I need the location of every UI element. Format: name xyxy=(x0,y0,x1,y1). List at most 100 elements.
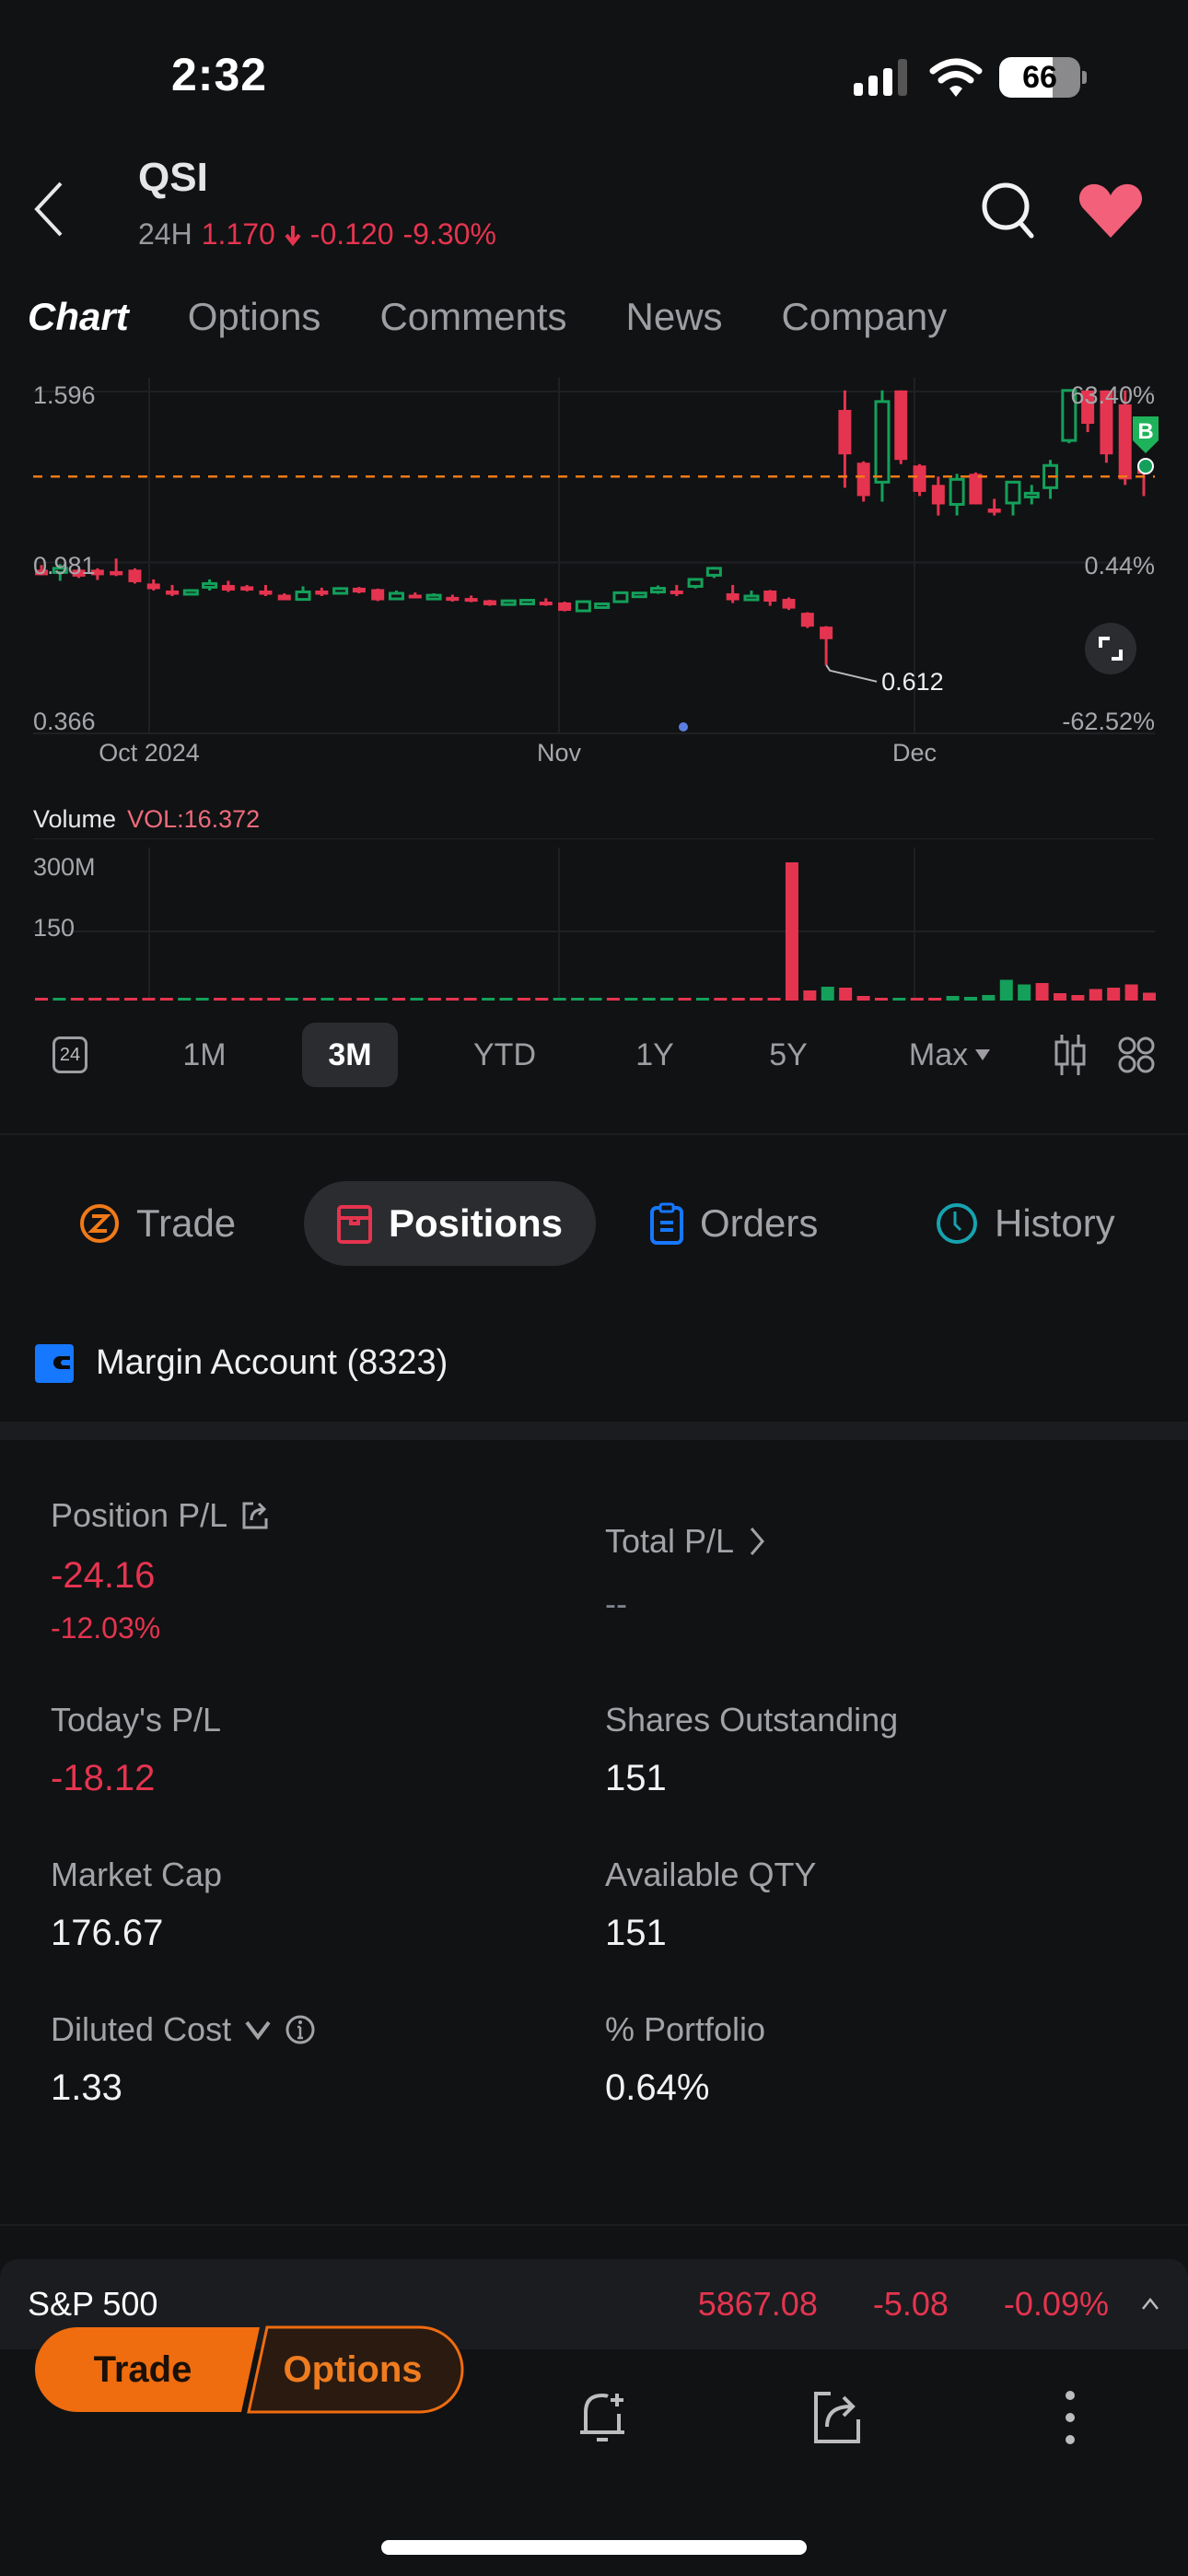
total-pl[interactable]: Total P/L -- xyxy=(605,1522,767,1623)
tab-chart[interactable]: Chart xyxy=(24,295,129,343)
candle xyxy=(388,590,404,601)
candle-body xyxy=(913,465,926,492)
candle xyxy=(332,587,349,595)
price-alert-bell-icon[interactable] xyxy=(575,2386,630,2445)
search-icon[interactable] xyxy=(980,181,1037,240)
tab-news[interactable]: News xyxy=(626,295,723,339)
range-3m[interactable]: 3M xyxy=(302,1023,398,1087)
tab-positions[interactable]: Positions xyxy=(304,1181,597,1266)
candle-body xyxy=(295,590,311,602)
more-options-icon[interactable] xyxy=(1061,2388,1079,2447)
range-ytd[interactable]: YTD xyxy=(460,1023,549,1087)
volume-bar xyxy=(660,998,674,1001)
candle-body xyxy=(687,578,704,588)
candle xyxy=(575,600,591,613)
volume-bar xyxy=(642,998,656,1001)
volume-bar xyxy=(1143,992,1156,1001)
range-1m[interactable]: 1M xyxy=(171,1023,238,1087)
candle xyxy=(483,599,496,606)
tab-options[interactable]: Options xyxy=(188,295,321,339)
dropdown-caret-icon xyxy=(975,1049,991,1060)
history-clock-icon xyxy=(937,1203,977,1244)
volume-bar xyxy=(374,998,388,1001)
range-max-dropdown[interactable]: Max xyxy=(899,1023,1000,1087)
candle xyxy=(1005,480,1021,516)
volume-bar xyxy=(285,998,298,1001)
indicators-button[interactable] xyxy=(1116,1023,1157,1087)
tab-trade-label: Trade xyxy=(136,1201,237,1245)
candle-body xyxy=(969,474,983,505)
ticker-symbol: QSI xyxy=(138,155,208,200)
candle-body xyxy=(110,570,123,576)
battery-tip xyxy=(1082,71,1087,84)
x-tick: Oct 2024 xyxy=(99,739,200,767)
range-1y[interactable]: 1Y xyxy=(623,1023,687,1087)
tab-comments[interactable]: Comments xyxy=(379,295,566,339)
status-time: 2:32 xyxy=(171,49,268,100)
favorite-heart-icon[interactable] xyxy=(1077,182,1144,240)
pct-portfolio-label: % Portfolio xyxy=(605,2010,766,2048)
candle-body xyxy=(315,590,329,595)
battery-indicator: 66 xyxy=(999,57,1080,98)
trade-tabs: Trade Positions Orders History xyxy=(0,1181,1188,1266)
diluted-cost-label: Diluted Cost xyxy=(51,2010,232,2048)
x-tick: Nov xyxy=(537,739,582,767)
fullscreen-button[interactable] xyxy=(1085,623,1136,674)
candle xyxy=(687,578,704,589)
section-divider xyxy=(0,2224,1188,2226)
volume-bar xyxy=(517,998,530,1001)
volume-bar xyxy=(214,998,227,1001)
range-5y[interactable]: 5Y xyxy=(755,1023,821,1087)
tab-orders[interactable]: Orders xyxy=(650,1181,818,1266)
candle-body xyxy=(782,599,796,609)
share-icon[interactable] xyxy=(240,1500,270,1531)
volume-bar xyxy=(1071,995,1085,1001)
candle-body xyxy=(240,586,254,591)
candle xyxy=(1042,460,1059,499)
buy-point xyxy=(1137,458,1154,474)
min-price-label: 0.612 xyxy=(881,668,944,696)
account-selector[interactable]: Margin Account (8323) xyxy=(35,1343,448,1383)
trade-button[interactable]: Trade xyxy=(55,2325,230,2414)
positions-icon xyxy=(337,1205,372,1244)
candle xyxy=(110,558,123,577)
tab-trade[interactable]: Trade xyxy=(79,1181,236,1266)
candle xyxy=(221,580,235,592)
available-qty-label: Available QTY xyxy=(605,1856,817,1893)
candle-body xyxy=(518,599,535,606)
intraday-24-icon: 24 xyxy=(52,1036,87,1073)
volume-bar xyxy=(946,996,960,1001)
candle-body xyxy=(575,600,591,613)
candle xyxy=(874,390,891,502)
range-24h-button[interactable]: 24 xyxy=(33,1023,107,1087)
share-export-icon[interactable] xyxy=(810,2390,864,2445)
price-chart[interactable]: B 1.596 0.981 0.366 63.40% 0.44% -62.52%… xyxy=(0,369,1188,774)
wifi-icon xyxy=(929,58,983,97)
volume-bar xyxy=(785,862,798,1001)
volume-bar xyxy=(303,998,317,1001)
wallet-icon xyxy=(35,1343,74,1383)
volume-bar xyxy=(731,998,745,1001)
volume-bar xyxy=(750,998,763,1001)
y-right-tick: 63.40% xyxy=(1070,381,1155,409)
chevron-down-icon[interactable] xyxy=(244,2019,272,2041)
position-pl-pct: -12.03% xyxy=(51,1611,161,1645)
detail-tabs: Chart Options Comments News Company xyxy=(24,295,948,343)
volume-chart: 300M 150 xyxy=(33,838,1156,1001)
tab-company[interactable]: Company xyxy=(782,295,948,339)
position-pl: Position P/L -24.16 -12.03% xyxy=(51,1496,270,1645)
candle-body xyxy=(182,589,199,596)
tab-history[interactable]: History xyxy=(936,1181,1115,1266)
info-icon[interactable] xyxy=(285,2014,316,2045)
volume-bar xyxy=(320,998,334,1001)
candle xyxy=(518,599,535,606)
candle xyxy=(987,498,1001,516)
candle-style-button[interactable] xyxy=(1050,1023,1090,1087)
options-button[interactable]: Options xyxy=(256,2325,449,2414)
orders-icon xyxy=(650,1202,683,1245)
chevron-up-icon[interactable] xyxy=(1140,2297,1160,2312)
volume-y-tick: 300M xyxy=(33,853,96,881)
candle-body xyxy=(539,602,553,606)
volume-bar xyxy=(571,998,585,1001)
back-chevron-icon[interactable] xyxy=(29,180,66,239)
